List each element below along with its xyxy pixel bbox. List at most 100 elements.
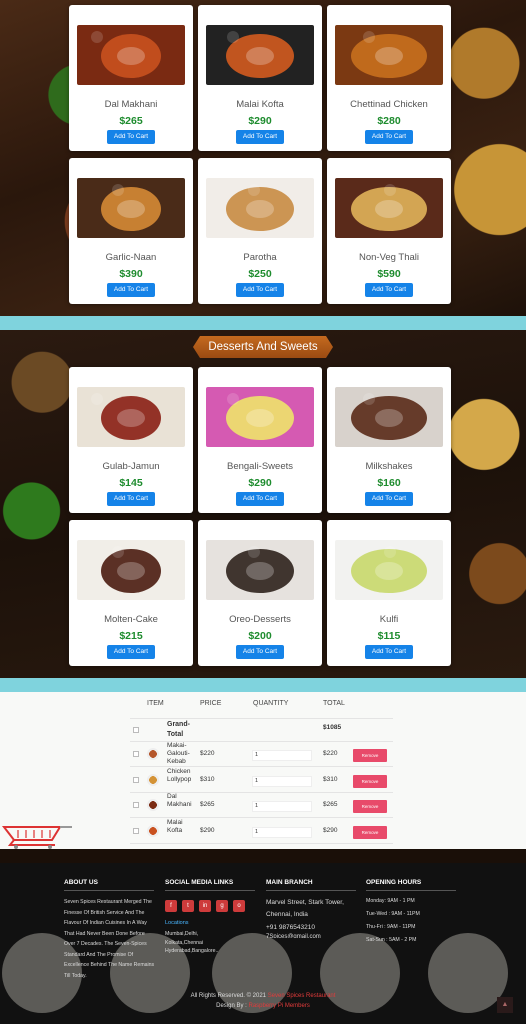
hours-line: Tue-Wed : 9AM - 11PM	[366, 911, 420, 917]
branch-email[interactable]: 7Spices@gmail.com	[266, 932, 361, 938]
select-all-checkbox[interactable]	[133, 727, 139, 733]
add-to-cart-button[interactable]: Add To Cart	[107, 645, 155, 659]
cart-header-total: TOTAL	[323, 700, 345, 707]
quantity-input[interactable]: 1	[252, 827, 312, 838]
add-to-cart-button[interactable]: Add To Cart	[236, 645, 284, 659]
cart-item-name: Dal Makhani	[167, 793, 192, 808]
product-price: $145	[119, 477, 143, 489]
remove-button[interactable]: Remove	[353, 826, 387, 839]
social-title: SOCIAL MEDIA LINKS	[165, 879, 255, 891]
quantity-input[interactable]: 1	[252, 801, 312, 812]
food-image	[206, 540, 314, 600]
food-image	[77, 387, 185, 447]
product-card: Parotha $250 Add To Cart	[198, 158, 322, 304]
product-price: $290	[248, 477, 272, 489]
facebook-icon[interactable]: f	[165, 900, 177, 912]
add-to-cart-button[interactable]: Add To Cart	[107, 130, 155, 144]
add-to-cart-button[interactable]: Add To Cart	[236, 492, 284, 506]
branch-address: Marvel Street, Stark Tower, Chennai, Ind…	[266, 899, 344, 918]
design-brand[interactable]: Raspberry Pi Members	[249, 1003, 310, 1009]
instagram-icon[interactable]: o	[233, 900, 245, 912]
cart-item-name: Malai Kofta	[167, 819, 183, 834]
cart-header-price: PRICE	[200, 700, 222, 707]
arrow-up-icon[interactable]: ▲	[497, 997, 513, 1013]
product-price: $200	[248, 630, 272, 642]
product-card: Malai Kofta $290 Add To Cart	[198, 5, 322, 151]
hours-title: OPENING HOURS	[366, 879, 456, 891]
cart-item-price: $265	[200, 801, 215, 808]
row-divider	[130, 843, 393, 844]
add-to-cart-button[interactable]: Add To Cart	[236, 283, 284, 297]
cart-item-name: Makai-Galouti-Kebab	[167, 742, 190, 765]
product-name: Malai Kofta	[236, 99, 284, 110]
quantity-input[interactable]: 1	[252, 776, 312, 787]
locations-text: Mumbai,Delhi, Kolkata,Chennai Hyderabad,…	[165, 931, 219, 954]
about-title: ABOUT US	[64, 879, 154, 891]
product-name: Dal Makhani	[104, 99, 158, 110]
social-icons: f t in g o	[165, 900, 255, 912]
food-image	[206, 178, 314, 238]
add-to-cart-button[interactable]: Add To Cart	[365, 283, 413, 297]
item-thumbnail	[147, 825, 159, 837]
row-checkbox[interactable]	[133, 777, 139, 783]
hours-line: Monday: 9AM - 1 PM	[366, 898, 415, 904]
remove-button[interactable]: Remove	[353, 800, 387, 813]
about-column: ABOUT US Seven Spices Restaurant Merged …	[64, 879, 156, 981]
grand-total-label: Grand-Total	[167, 721, 190, 738]
google-plus-icon[interactable]: g	[216, 900, 228, 912]
product-card: Gulab-Jamun $145 Add To Cart	[69, 367, 193, 513]
row-checkbox[interactable]	[133, 751, 139, 757]
food-image	[77, 25, 185, 85]
food-image	[335, 25, 443, 85]
social-column: SOCIAL MEDIA LINKS f t in g o Locations …	[165, 879, 255, 956]
product-price: $390	[119, 268, 143, 280]
add-to-cart-button[interactable]: Add To Cart	[107, 283, 155, 297]
product-name: Garlic-Naan	[105, 252, 157, 263]
add-to-cart-button[interactable]: Add To Cart	[365, 645, 413, 659]
add-to-cart-button[interactable]: Add To Cart	[236, 130, 284, 144]
add-to-cart-button[interactable]: Add To Cart	[365, 492, 413, 506]
add-to-cart-button[interactable]: Add To Cart	[107, 492, 155, 506]
food-image	[335, 178, 443, 238]
product-card: Oreo-Desserts $200 Add To Cart	[198, 520, 322, 666]
product-price: $250	[248, 268, 272, 280]
product-name: Non-Veg Thali	[358, 252, 420, 263]
cart-item-price: $220	[200, 750, 215, 757]
hours-column: OPENING HOURS Monday: 9AM - 1 PM Tue-Wed…	[366, 879, 456, 947]
product-name: Kulfi	[379, 614, 399, 625]
row-divider	[130, 766, 393, 767]
grand-total-value: $1085	[323, 724, 342, 731]
cart-header-quantity: QUANTITY	[253, 700, 289, 707]
product-price: $590	[377, 268, 401, 280]
about-text: Seven Spices Restaurant Merged The Fines…	[64, 899, 155, 979]
product-card: Milkshakes $160 Add To Cart	[327, 367, 451, 513]
section-divider	[0, 316, 526, 330]
cart-header-item: ITEM	[147, 700, 164, 707]
locations-label: Locations	[165, 920, 189, 926]
branch-title: MAIN BRANCH	[266, 879, 356, 891]
section-title: Desserts And Sweets	[193, 336, 333, 358]
twitter-icon[interactable]: t	[182, 900, 194, 912]
item-thumbnail	[147, 799, 159, 811]
product-name: Parotha	[243, 252, 277, 263]
design-text: Design By :	[216, 1003, 247, 1009]
food-image	[335, 387, 443, 447]
item-thumbnail	[147, 774, 159, 786]
copyright-brand[interactable]: Seven Spices Restaurant	[268, 993, 336, 999]
row-checkbox[interactable]	[133, 802, 139, 808]
hours-line: Thu-Fri : 9AM - 11PM	[366, 924, 416, 930]
branch-column: MAIN BRANCH Marvel Street, Stark Tower, …	[266, 879, 361, 938]
remove-button[interactable]: Remove	[353, 749, 387, 762]
quantity-input[interactable]: 1	[252, 750, 312, 761]
shopping-cart-icon	[1, 826, 72, 849]
product-price: $160	[377, 477, 401, 489]
product-card: Kulfi $115 Add To Cart	[327, 520, 451, 666]
linkedin-icon[interactable]: in	[199, 900, 211, 912]
add-to-cart-button[interactable]: Add To Cart	[365, 130, 413, 144]
product-name: Bengali-Sweets	[226, 461, 293, 472]
remove-button[interactable]: Remove	[353, 775, 387, 788]
row-checkbox[interactable]	[133, 828, 139, 834]
cart-item-name: Chicken Lollypop	[167, 768, 192, 783]
product-card: Garlic-Naan $390 Add To Cart	[69, 158, 193, 304]
product-card: Molten-Cake $215 Add To Cart	[69, 520, 193, 666]
